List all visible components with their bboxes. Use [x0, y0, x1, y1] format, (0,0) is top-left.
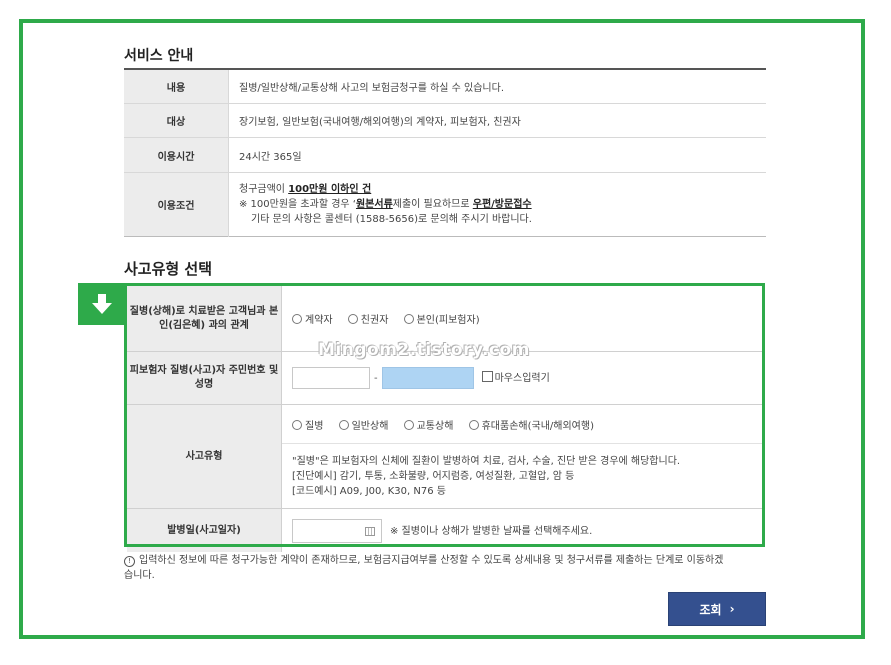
- condition-line-3: 기타 문의 사항은 콜센터 (1588-5656)로 문의해 주시기 바랍니다.: [251, 214, 532, 225]
- condition-line-1: 청구금액이 100만원 이하인 건: [239, 184, 372, 195]
- service-row-content: 내용 질병/일반상해/교통상해 사고의 보험금청구를 하실 수 있습니다.: [124, 69, 766, 104]
- search-button-label: 조회: [699, 602, 722, 617]
- condition-line-2: ※ 100만원을 초과할 경우 ‘원본서류제출이 필요하므로 우편/방문접수: [239, 199, 532, 210]
- chevron-right-icon: ›: [729, 602, 735, 616]
- arrow-down-icon: [92, 294, 112, 314]
- service-row-value: 24시간 365일: [228, 137, 766, 173]
- service-row-label: 이용조건: [124, 172, 229, 237]
- condition-amount-highlight: 100만원 이하인 건: [288, 184, 372, 195]
- service-row-hours: 이용시간 24시간 365일: [124, 137, 766, 173]
- service-row-label: 대상: [124, 103, 229, 138]
- footnote-text: 입력하신 정보에 따른 청구가능한 계약이 존재하므로, 보험금지급여부를 산정…: [124, 555, 724, 581]
- mail-visit-highlight: 우편/방문접수: [472, 199, 532, 210]
- accident-section-title: 사고유형 선택: [124, 260, 213, 278]
- info-icon: !: [124, 556, 135, 567]
- search-button[interactable]: 조회 ›: [668, 592, 766, 626]
- service-section-title: 서비스 안내: [124, 48, 194, 64]
- footnote: ! 입력하신 정보에 따른 청구가능한 계약이 존재하므로, 보험금지급여부를 산…: [124, 553, 724, 583]
- service-row-target: 대상 장기보험, 일반보험(국내여행/해외여행)의 계약자, 피보험자, 친권자: [124, 103, 766, 138]
- arrow-down-badge: [78, 283, 126, 325]
- service-row-value: 장기보험, 일반보험(국내여행/해외여행)의 계약자, 피보험자, 친권자: [228, 103, 766, 138]
- form-highlight-box: [124, 283, 765, 547]
- service-row-conditions: 이용조건 청구금액이 100만원 이하인 건 ※ 100만원을 초과할 경우 ‘…: [124, 172, 767, 237]
- service-row-value: 질병/일반상해/교통상해 사고의 보험금청구를 하실 수 있습니다.: [228, 69, 766, 104]
- service-row-value: 청구금액이 100만원 이하인 건 ※ 100만원을 초과할 경우 ‘원본서류제…: [229, 173, 767, 237]
- watermark-text: Mingom2.tistory.com: [318, 340, 530, 360]
- service-row-label: 이용시간: [124, 137, 229, 173]
- original-docs-highlight: 원본서류: [355, 199, 393, 210]
- service-row-label: 내용: [124, 69, 229, 104]
- service-info-table: 내용 질병/일반상해/교통상해 사고의 보험금청구를 하실 수 있습니다. 대상…: [124, 68, 766, 237]
